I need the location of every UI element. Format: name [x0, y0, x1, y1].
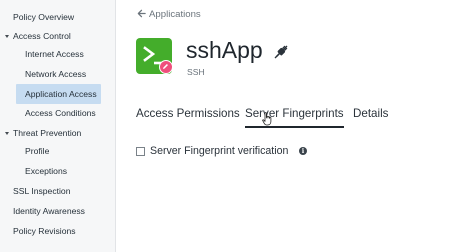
sidebar-item-identity-awareness[interactable]: Identity Awareness	[0, 202, 116, 220]
sidebar-item-label: Threat Prevention	[13, 128, 82, 138]
sidebar-item-label: Access Conditions	[25, 108, 96, 118]
edit-app-button[interactable]	[159, 60, 173, 74]
sidebar-item-network-access[interactable]: Network Access	[0, 65, 116, 83]
sidebar-group-access-control[interactable]: Access Control	[0, 27, 116, 45]
app-type-label: SSH	[187, 67, 205, 77]
sidebar-item-internet-access[interactable]: Internet Access	[0, 45, 116, 63]
sidebar-item-label: Policy Overview	[13, 12, 75, 22]
sidebar-item-label: SSL Inspection	[13, 186, 71, 196]
plug-icon	[274, 45, 288, 59]
chevron-down-icon	[5, 132, 9, 135]
sidebar-group-threat-prevention[interactable]: Threat Prevention	[0, 124, 116, 142]
tab-bar: Access Permissions Server Fingerprints D…	[136, 104, 466, 128]
info-icon[interactable]: i	[299, 147, 307, 155]
back-link-label: Applications	[149, 9, 201, 20]
sidebar-item-policy-overview[interactable]: Policy Overview	[0, 8, 116, 26]
sidebar-item-exceptions[interactable]: Exceptions	[0, 162, 116, 180]
chevron-down-icon	[5, 35, 9, 38]
sidebar-item-label: Internet Access	[25, 49, 84, 59]
sidebar-item-label: Exceptions	[25, 166, 68, 176]
app-name-title: sshApp	[186, 37, 263, 63]
fingerprint-verification-checkbox[interactable]	[136, 147, 145, 156]
mouse-pointer-icon	[262, 112, 272, 126]
sidebar-item-label: Profile	[25, 146, 50, 156]
app-window: Policy Overview Access Control Internet …	[0, 0, 474, 252]
sidebar-item-label: Application Access	[25, 89, 97, 99]
arrow-left-icon	[137, 9, 146, 18]
sidebar-nav: Policy Overview Access Control Internet …	[0, 0, 116, 252]
tab-access-permissions[interactable]: Access Permissions	[136, 104, 240, 126]
sidebar-item-application-access[interactable]: Application Access	[0, 84, 116, 104]
sidebar-item-label: Network Access	[25, 69, 87, 79]
sidebar-item-label: Identity Awareness	[13, 206, 85, 216]
main-content: Applications sshApp SSH Access Permissio…	[116, 0, 474, 252]
sidebar-item-profile[interactable]: Profile	[0, 142, 116, 160]
back-to-applications-link[interactable]: Applications	[137, 7, 201, 23]
tab-details[interactable]: Details	[353, 104, 388, 126]
tab-server-fingerprints[interactable]: Server Fingerprints	[245, 104, 344, 128]
sidebar-item-policy-revisions[interactable]: Policy Revisions	[0, 222, 116, 240]
sidebar-item-access-conditions[interactable]: Access Conditions	[0, 104, 116, 122]
sidebar-item-ssl-inspection[interactable]: SSL Inspection	[0, 182, 116, 200]
fingerprint-verification-label[interactable]: Server Fingerprint verification	[150, 144, 288, 159]
sidebar-item-label: Policy Revisions	[13, 226, 76, 236]
sidebar-item-label: Access Control	[13, 31, 71, 41]
pencil-icon	[163, 64, 168, 69]
